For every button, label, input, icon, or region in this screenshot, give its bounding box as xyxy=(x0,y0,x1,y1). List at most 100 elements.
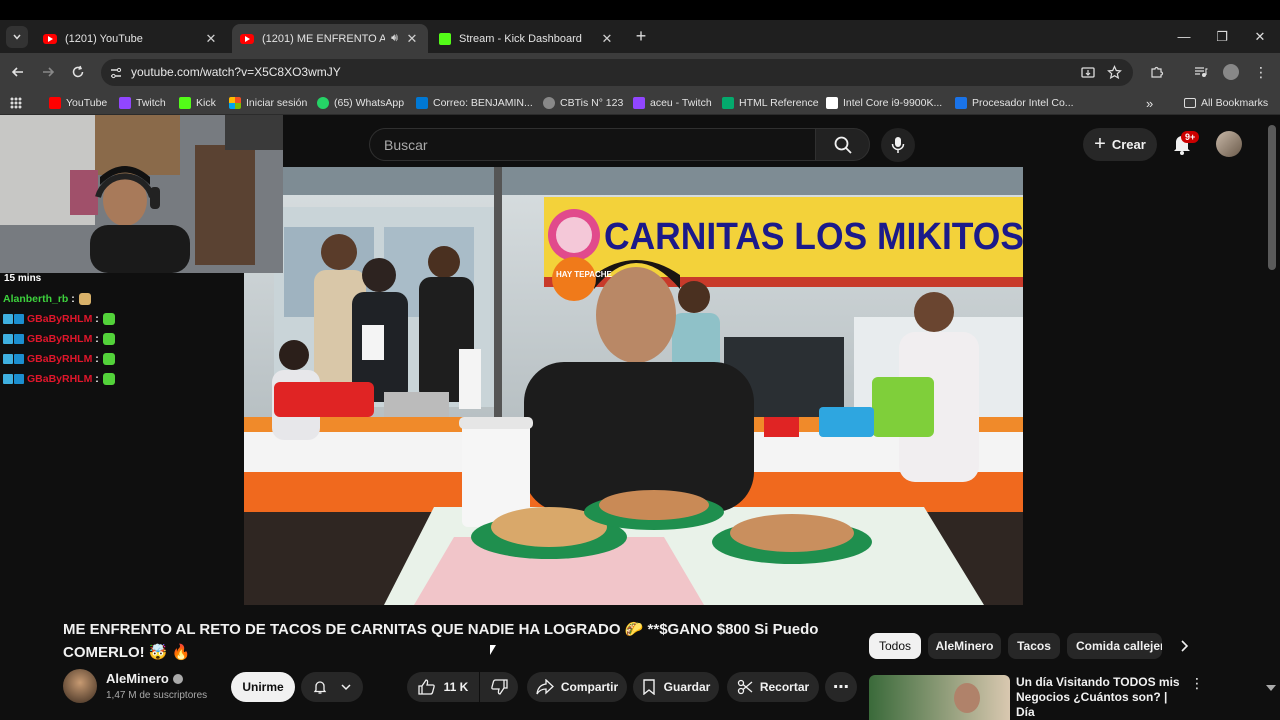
bookmark-intel-core[interactable]: Intel Core i9-9900K... xyxy=(826,95,942,111)
dislike-button[interactable] xyxy=(480,672,518,702)
share-button[interactable]: Compartir xyxy=(527,672,627,702)
extensions-button[interactable] xyxy=(1146,61,1168,83)
gift-badge-icon xyxy=(14,334,24,344)
chat-username: Alanberth_rb xyxy=(3,293,69,305)
create-label: Crear xyxy=(1111,137,1146,152)
tab-bar: (1201) YouTube ✕ (1201) ME ENFRENTO AL R… xyxy=(0,20,1280,53)
video-title: ME ENFRENTO AL RETO DE TACOS DE CARNITAS… xyxy=(63,621,819,661)
bookmark-correo[interactable]: Correo: BENJAMIN... xyxy=(416,95,533,111)
more-bookmarks-button[interactable]: » xyxy=(1146,95,1153,111)
create-button[interactable]: + Crear xyxy=(1083,128,1157,161)
bookmark-label: CBTis N° 123 xyxy=(560,97,624,109)
thumbs-up-icon xyxy=(418,679,435,695)
browser-menu-button[interactable]: ⋮ xyxy=(1250,61,1272,83)
stream-timer: 15 mins xyxy=(4,273,42,284)
chips-next-button[interactable] xyxy=(1172,633,1196,659)
sign-small-text: HAY TEPACHE xyxy=(556,270,613,279)
chat-username: GBaByRHLM xyxy=(27,313,93,325)
bookmark-whatsapp[interactable]: (65) WhatsApp xyxy=(317,95,404,111)
close-tab-icon[interactable]: ✕ xyxy=(599,31,615,47)
chip-todos[interactable]: Todos xyxy=(869,633,921,659)
chevron-down-icon xyxy=(13,34,21,40)
channel-avatar[interactable] xyxy=(63,669,97,703)
microsoft-icon xyxy=(229,97,241,109)
media-control-button[interactable] xyxy=(1190,61,1212,83)
recommended-video-title[interactable]: Un día Visitando TODOS mis Negocios ¿Cuá… xyxy=(1016,675,1186,720)
channel-name-text: AleMinero xyxy=(106,671,169,686)
search-button[interactable] xyxy=(815,128,870,161)
chip-comida-callejera[interactable]: Comida callejer xyxy=(1067,633,1162,659)
bookmark-html-reference[interactable]: HTML Reference xyxy=(722,95,819,111)
bookmark-aceu-twitch[interactable]: aceu - Twitch xyxy=(633,95,712,111)
like-button[interactable]: 11 K xyxy=(407,672,479,702)
tab-kick-dashboard[interactable]: Stream - Kick Dashboard ✕ xyxy=(431,24,623,53)
subscribed-notifications-button[interactable] xyxy=(301,672,363,702)
close-tab-icon[interactable]: ✕ xyxy=(203,31,219,47)
reload-button[interactable] xyxy=(67,61,89,83)
bookmark-iniciar-sesion[interactable]: Iniciar sesión xyxy=(229,95,307,111)
address-bar[interactable]: youtube.com/watch?v=X5C8XO3wmJY xyxy=(101,59,1133,86)
tab-youtube-home[interactable]: (1201) YouTube ✕ xyxy=(35,24,227,53)
puzzle-icon xyxy=(1151,66,1164,78)
bookmark-cbtis[interactable]: CBTis N° 123 xyxy=(543,95,623,111)
amazon-icon xyxy=(826,97,838,109)
bookmark-kick[interactable]: Kick xyxy=(179,95,216,111)
page-scrollbar[interactable] xyxy=(1268,125,1276,270)
recommended-video-menu-button[interactable]: ⋮ xyxy=(1190,675,1204,692)
bookmark-label: Twitch xyxy=(136,97,166,109)
emote-icon xyxy=(78,293,91,305)
bookmark-procesador-intel[interactable]: Procesador Intel Co... xyxy=(955,95,1074,111)
video-player[interactable]: CARNITAS LOS MIKITOS HAY TEPACHE xyxy=(244,167,1023,605)
notification-count-badge: 9+ xyxy=(1181,131,1200,143)
close-tab-icon[interactable]: ✕ xyxy=(404,31,420,47)
chat-separator: : xyxy=(68,293,75,305)
recommended-video-thumbnail[interactable] xyxy=(869,675,1010,720)
chevron-right-icon xyxy=(1181,640,1189,652)
bookmark-star-icon[interactable] xyxy=(1107,65,1122,80)
install-app-icon[interactable] xyxy=(1081,66,1095,80)
emote-icon xyxy=(102,313,115,325)
account-avatar[interactable] xyxy=(1216,131,1242,157)
speaker-icon[interactable]: 🔊︎ xyxy=(391,32,398,45)
share-label: Compartir xyxy=(560,680,619,694)
chat-message: GBaByRHLM : xyxy=(3,353,115,365)
new-tab-button[interactable]: + xyxy=(631,27,651,47)
profile-avatar[interactable] xyxy=(1223,64,1239,80)
bookmark-twitch[interactable]: Twitch xyxy=(119,95,166,111)
close-window-button[interactable]: ✕ xyxy=(1240,20,1280,53)
search-input[interactable]: Buscar xyxy=(369,128,816,161)
save-button[interactable]: Guardar xyxy=(633,672,719,702)
tab-search-button[interactable] xyxy=(6,26,28,48)
subscriber-count: 1,47 M de suscriptores xyxy=(106,690,208,701)
join-button[interactable]: Unirme xyxy=(231,672,295,702)
minimize-button[interactable]: — xyxy=(1164,20,1204,53)
chip-aleminero[interactable]: AleMinero xyxy=(928,633,1001,659)
chat-separator: : xyxy=(92,313,99,325)
bookmark-youtube[interactable]: YouTube xyxy=(49,95,107,111)
apps-grid-icon[interactable] xyxy=(10,97,22,109)
verified-check-icon xyxy=(172,673,183,684)
more-actions-button[interactable]: ⋯ xyxy=(825,672,857,702)
chip-tacos[interactable]: Tacos xyxy=(1008,633,1060,659)
restore-button[interactable]: ❐ xyxy=(1202,20,1242,53)
subscriber-badge-icon xyxy=(3,334,13,344)
forward-button[interactable] xyxy=(37,61,59,83)
search-placeholder: Buscar xyxy=(384,137,428,153)
clip-button[interactable]: Recortar xyxy=(727,672,819,702)
all-bookmarks-button[interactable]: All Bookmarks xyxy=(1184,95,1268,111)
thumbs-down-icon xyxy=(491,679,508,695)
like-count: 11 K xyxy=(443,680,469,694)
tab-youtube-video[interactable]: (1201) ME ENFRENTO AL RE 🔊︎ ✕ xyxy=(232,24,428,53)
tab-title: Stream - Kick Dashboard xyxy=(459,32,582,45)
scroll-down-arrow[interactable] xyxy=(1266,685,1276,691)
video-frame: CARNITAS LOS MIKITOS HAY TEPACHE xyxy=(244,167,1023,605)
bookmark-label: Procesador Intel Co... xyxy=(972,97,1074,109)
window-top-strip xyxy=(0,0,1280,20)
voice-search-button[interactable] xyxy=(881,128,915,162)
site-info-icon[interactable] xyxy=(109,66,123,80)
w3schools-icon xyxy=(722,97,734,109)
channel-name[interactable]: AleMinero xyxy=(106,671,183,686)
back-button[interactable] xyxy=(7,61,29,83)
chat-username: GBaByRHLM xyxy=(27,353,93,365)
bookmark-label: Intel Core i9-9900K... xyxy=(843,97,943,109)
